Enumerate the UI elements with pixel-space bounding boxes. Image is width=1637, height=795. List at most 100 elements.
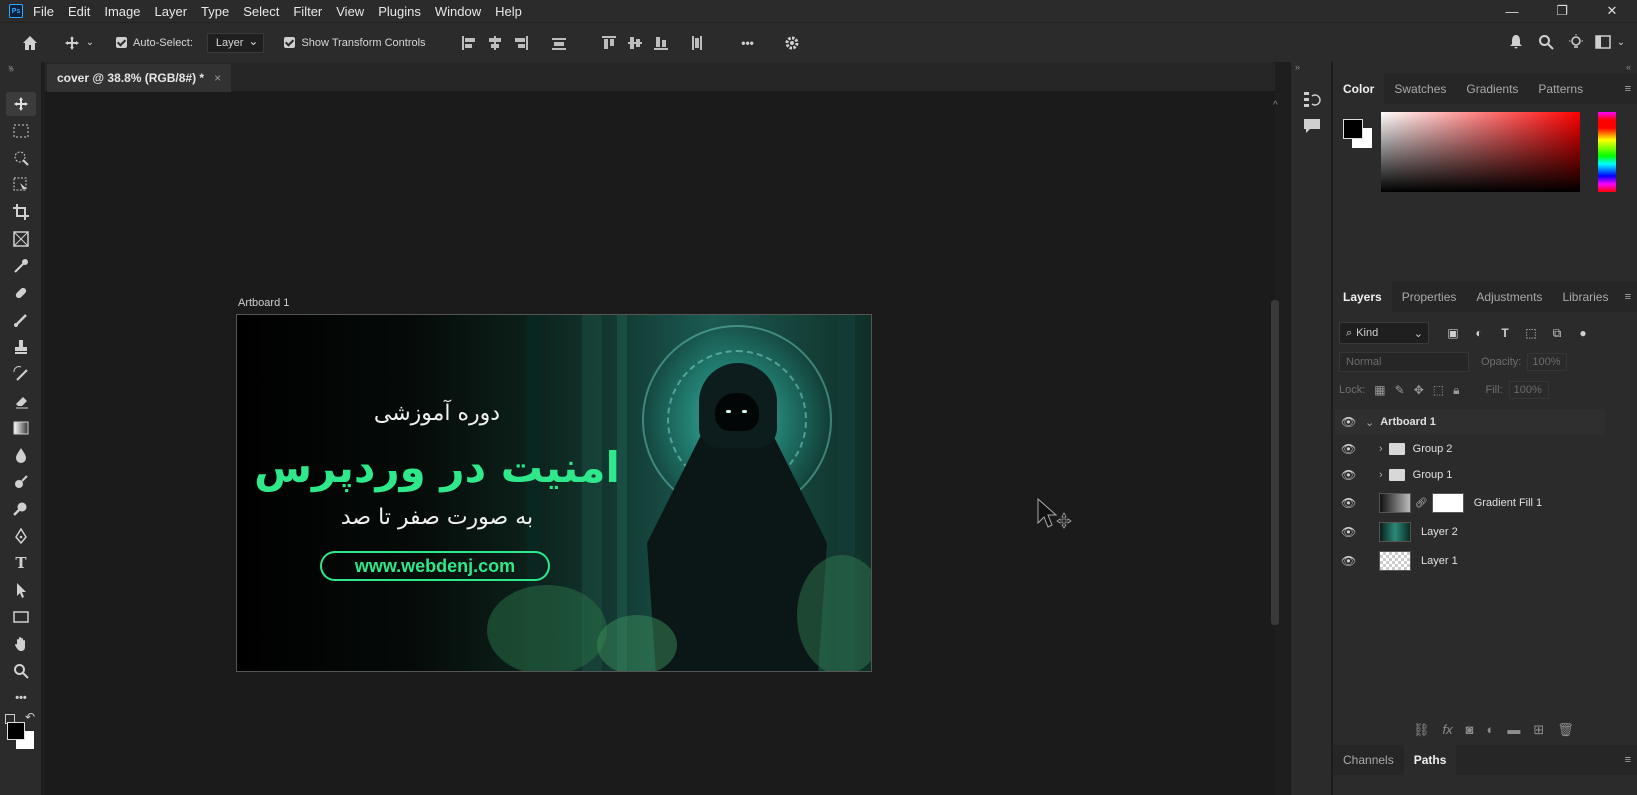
tab-paths[interactable]: Paths [1403, 745, 1457, 775]
menu-select[interactable]: Select [243, 4, 279, 19]
chevron-right-icon[interactable]: › [1379, 443, 1383, 455]
menu-layer[interactable]: Layer [155, 4, 188, 19]
clone-stamp-icon[interactable] [6, 335, 36, 359]
lock-image-icon[interactable]: ✎ [1395, 383, 1405, 397]
align-center-h-icon[interactable] [487, 35, 503, 51]
layer-row-group[interactable]: 👁︎ › Group 2 [1335, 436, 1605, 462]
tab-swatches[interactable]: Swatches [1384, 74, 1456, 104]
color-picker-field[interactable] [1381, 112, 1580, 192]
align-top-icon[interactable] [601, 35, 617, 51]
history-brush-icon[interactable] [6, 362, 36, 386]
menu-window[interactable]: Window [435, 4, 481, 19]
blur-tool-icon[interactable] [6, 443, 36, 467]
scroll-up-arrow-icon[interactable]: ^ [1273, 100, 1278, 111]
collapse-tools-icon[interactable]: » [9, 64, 14, 74]
close-tab-icon[interactable]: × [214, 71, 221, 85]
gear-icon[interactable] [780, 35, 804, 51]
tab-patterns[interactable]: Patterns [1528, 74, 1593, 104]
workspace-icon[interactable] [1591, 35, 1615, 49]
filter-adjustment-icon[interactable]: ◐ [1471, 325, 1487, 341]
visibility-eye-icon[interactable]: 👁︎ [1341, 415, 1357, 429]
brush-tool-icon[interactable] [6, 308, 36, 332]
add-mask-icon[interactable]: ◙ [1466, 722, 1474, 738]
panel-menu-icon[interactable]: ≡ [1625, 83, 1631, 95]
layer-row-artboard[interactable]: 👁︎ ⌄ Artboard 1 [1335, 409, 1605, 435]
filter-toggle-icon[interactable]: ● [1575, 325, 1591, 341]
align-center-v-icon[interactable] [627, 35, 643, 51]
lock-position-icon[interactable]: ✥ [1414, 383, 1424, 397]
filter-type-icon[interactable]: T [1497, 325, 1513, 341]
history-panel-icon[interactable] [1303, 90, 1321, 112]
filter-smart-object-icon[interactable]: ⧉ [1549, 325, 1565, 341]
auto-select-checkbox[interactable] [116, 37, 127, 48]
eyedropper-icon[interactable] [6, 254, 36, 278]
menu-plugins[interactable]: Plugins [378, 4, 421, 19]
rectangle-tool-icon[interactable] [6, 605, 36, 629]
lightbulb-icon[interactable] [1561, 33, 1591, 51]
lock-transparent-icon[interactable]: ▦ [1374, 383, 1385, 397]
tab-layers[interactable]: Layers [1333, 282, 1392, 312]
edit-toolbar-icon[interactable]: ••• [6, 686, 36, 710]
lock-all-icon[interactable]: 🔒︎ [1453, 383, 1459, 398]
menu-type[interactable]: Type [201, 4, 229, 19]
artboard-canvas[interactable]: دوره آموزشی امنیت در وردپرس به صورت صفر … [236, 314, 872, 672]
expand-strip-icon[interactable]: » [1295, 62, 1300, 72]
menu-help[interactable]: Help [495, 4, 522, 19]
move-tool-icon[interactable] [60, 35, 84, 51]
distribute-v-icon[interactable] [689, 35, 705, 51]
hand-tool-icon[interactable] [6, 632, 36, 656]
visibility-eye-icon[interactable]: 👁︎ [1341, 442, 1357, 456]
swap-colors-icon[interactable]: ↶ [25, 710, 35, 724]
distribute-h-icon[interactable] [551, 35, 567, 51]
new-layer-icon[interactable]: ⊞ [1533, 722, 1544, 738]
frame-tool-icon[interactable] [6, 227, 36, 251]
layer-row-image[interactable]: 👁︎ Layer 2 [1335, 519, 1605, 545]
visibility-eye-icon[interactable]: 👁︎ [1341, 554, 1357, 568]
move-tool-icon[interactable] [6, 92, 36, 116]
tab-gradients[interactable]: Gradients [1456, 74, 1528, 104]
close-button[interactable]: ✕ [1587, 0, 1637, 22]
tab-channels[interactable]: Channels [1333, 745, 1404, 775]
panel-menu-icon[interactable]: ≡ [1625, 754, 1631, 766]
visibility-eye-icon[interactable]: 👁︎ [1341, 496, 1357, 510]
comments-panel-icon[interactable] [1303, 118, 1321, 138]
new-group-icon[interactable]: ▬ [1507, 722, 1520, 738]
workspace-chevron-icon[interactable]: ⌄ [1615, 37, 1627, 48]
chevron-right-icon[interactable]: › [1379, 469, 1383, 481]
foreground-color-swatch[interactable] [7, 722, 25, 740]
trash-icon[interactable]: 🗑︎ [1557, 722, 1574, 738]
path-selection-icon[interactable] [6, 578, 36, 602]
layer-row-group[interactable]: 👁︎ › Group 1 [1335, 462, 1605, 488]
menu-view[interactable]: View [336, 4, 364, 19]
hue-slider[interactable] [1598, 112, 1616, 192]
fill-field[interactable]: 100% [1508, 381, 1549, 399]
transform-controls-checkbox[interactable] [284, 37, 296, 48]
visibility-eye-icon[interactable]: 👁︎ [1341, 525, 1357, 539]
crop-tool-icon[interactable] [6, 200, 36, 224]
align-bottom-icon[interactable] [653, 35, 669, 51]
artboard-label[interactable]: Artboard 1 [238, 297, 289, 309]
filter-shape-icon[interactable]: ⬚ [1523, 325, 1539, 341]
minimize-button[interactable]: — [1487, 0, 1537, 22]
menu-file[interactable]: File [33, 4, 54, 19]
color-panel-foreground-swatch[interactable] [1343, 119, 1363, 139]
pen-tool-icon[interactable] [6, 524, 36, 548]
menu-image[interactable]: Image [104, 4, 140, 19]
chevron-down-icon[interactable]: ⌄ [84, 37, 96, 48]
adjustment-layer-icon[interactable]: ◐ [1487, 722, 1495, 738]
visibility-eye-icon[interactable]: 👁︎ [1341, 468, 1357, 482]
tab-color[interactable]: Color [1333, 74, 1385, 104]
canvas-vertical-scrollbar[interactable] [1271, 300, 1279, 625]
magnify-dodge-icon[interactable] [6, 497, 36, 521]
tab-adjustments[interactable]: Adjustments [1466, 282, 1552, 312]
gradient-tool-icon[interactable] [6, 416, 36, 440]
fx-icon[interactable]: fx [1443, 722, 1453, 738]
bell-icon[interactable] [1501, 34, 1531, 50]
marquee-tool-icon[interactable] [6, 119, 36, 143]
search-icon[interactable] [1531, 34, 1561, 50]
object-select-icon[interactable] [6, 173, 36, 197]
restore-button[interactable]: ❐ [1537, 0, 1587, 22]
filter-pixel-icon[interactable]: ▣ [1445, 325, 1461, 341]
chevron-down-icon[interactable]: ⌄ [1365, 416, 1374, 429]
opacity-field[interactable]: 100% [1527, 353, 1568, 371]
